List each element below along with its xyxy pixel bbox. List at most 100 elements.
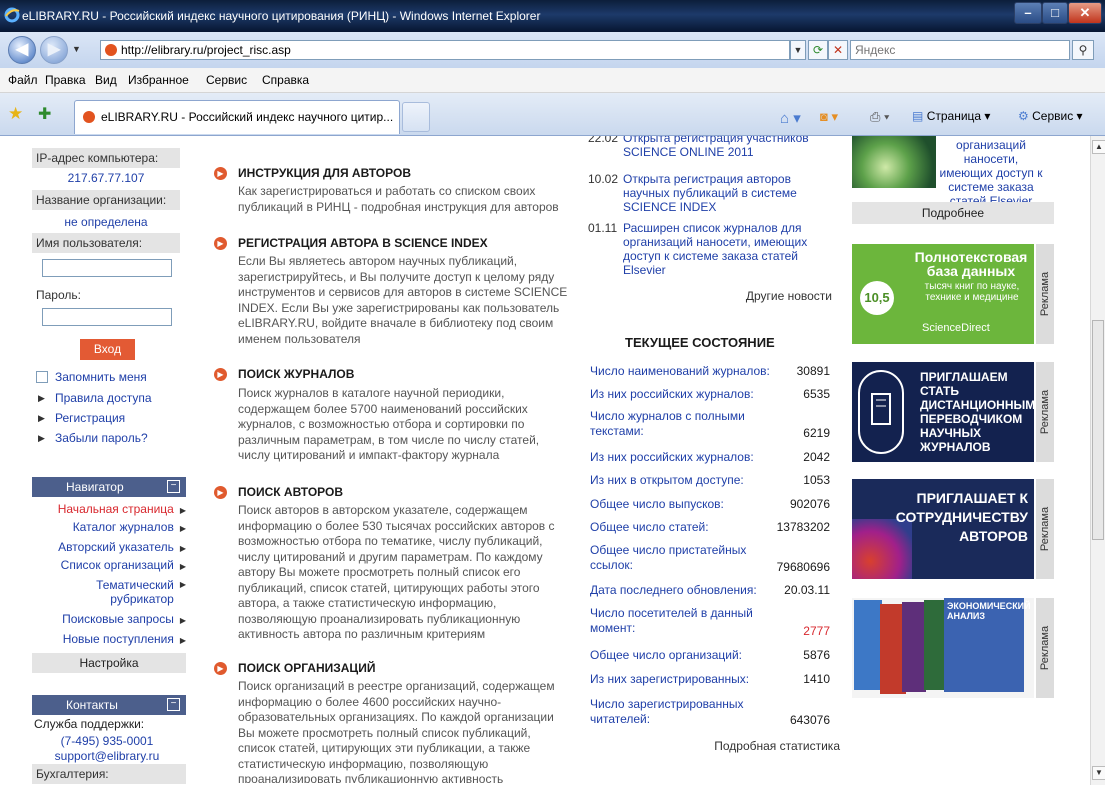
section-title-organizations[interactable]: ПОИСК ОРГАНИЗАЦИЙ — [238, 661, 375, 675]
back-button[interactable]: ◀ — [8, 36, 36, 64]
nav-search-queries-label: Поисковые запросы — [62, 612, 174, 626]
history-dropdown-icon[interactable]: ▼ — [72, 44, 81, 54]
contacts-title: Контакты — [66, 698, 118, 712]
chevron-right-icon: ▶ — [179, 544, 186, 553]
registration-link[interactable]: Регистрация — [55, 411, 125, 425]
menu-file[interactable]: Файл — [8, 73, 38, 87]
stats-label[interactable]: Из них в открытом доступе: — [590, 473, 770, 488]
support-email-link[interactable]: support@elibrary.ru — [32, 749, 182, 763]
section-title-registration[interactable]: РЕГИСТРАЦИЯ АВТОРА В SCIENCE INDEX — [238, 236, 488, 250]
ad2-text: ПРИГЛАШАЕМ СТАТЬ ДИСТАНЦИОННЫМ ПЕРЕВОДЧИ… — [920, 370, 1036, 454]
menu-favorites[interactable]: Избранное — [128, 73, 189, 87]
ad-label: Реклама — [1036, 362, 1054, 462]
address-input[interactable]: http://elibrary.ru/project_risc.asp — [100, 40, 790, 60]
gear-icon: ⚙ — [1018, 109, 1029, 123]
stats-value: 79680696 — [776, 560, 830, 574]
username-field[interactable] — [42, 259, 172, 277]
nav-home[interactable]: Начальная страница ▶ — [32, 502, 186, 518]
refresh-icon[interactable]: ⟳ — [808, 40, 828, 60]
new-tab-button[interactable] — [402, 102, 430, 132]
chevron-right-icon: ▶ — [179, 562, 186, 571]
collapse-icon[interactable]: − — [167, 480, 180, 493]
section-title-journals[interactable]: ПОИСК ЖУРНАЛОВ — [238, 367, 354, 381]
contacts-header[interactable]: Контакты − — [32, 695, 186, 715]
remember-me-checkbox[interactable] — [36, 371, 48, 383]
news-link[interactable]: Открыта регистрация авторов научных публ… — [623, 172, 833, 214]
nav-rubricator[interactable]: Тематический рубрикатор ▶ — [70, 578, 186, 606]
favorites-star-icon[interactable]: ★ — [8, 104, 23, 124]
scroll-up-icon[interactable]: ▲ — [1092, 140, 1105, 154]
access-rules-link[interactable]: Правила доступа — [55, 391, 152, 405]
stats-label[interactable]: Из них российских журналов: — [590, 450, 770, 465]
search-input[interactable] — [855, 42, 1055, 58]
news-link[interactable]: Открыта регистрация участников SCIENCE O… — [623, 136, 833, 159]
stats-label[interactable]: Дата последнего обновления: — [590, 583, 770, 598]
stop-icon[interactable]: ✕ — [828, 40, 848, 60]
chevron-right-icon: ▶ — [179, 506, 186, 515]
stats-label[interactable]: Число посетителей в данный момент: — [590, 606, 760, 636]
scroll-thumb[interactable] — [1092, 320, 1104, 540]
minimize-button[interactable]: – — [1014, 2, 1042, 24]
window-title: eLIBRARY.RU - Российский индекс научного… — [22, 9, 541, 23]
journal-cover-3 — [902, 602, 926, 692]
promo-more-link[interactable]: Подробнее — [852, 202, 1054, 224]
ad-journals[interactable]: ЭКОНОМИЧЕСКИЙ АНАЛИЗ — [852, 598, 1034, 698]
detailed-stats-link[interactable]: Подробная статистика — [680, 739, 840, 753]
other-news-link[interactable]: Другие новости — [720, 289, 832, 303]
forward-button[interactable]: ▶ — [40, 36, 68, 64]
section-title-authors[interactable]: ПОИСК АВТОРОВ — [238, 485, 343, 499]
navigator-header[interactable]: Навигатор − — [32, 477, 186, 497]
ad-maik-translator[interactable]: ПРИГЛАШАЕМ СТАТЬ ДИСТАНЦИОННЫМ ПЕРЕВОДЧИ… — [852, 362, 1036, 462]
menu-tools[interactable]: Сервис — [206, 73, 247, 87]
collapse-icon[interactable]: − — [167, 698, 180, 711]
tab-elibrary[interactable]: eLIBRARY.RU - Российский индекс научного… — [74, 100, 400, 134]
promo-text[interactable]: организаций наносети, имеющих доступ к с… — [936, 138, 1046, 208]
rss-feeds-icon[interactable]: ◙ ▾ — [820, 109, 838, 125]
stats-label[interactable]: Общее число пристатейных ссылок: — [590, 543, 755, 573]
password-field[interactable] — [42, 308, 172, 326]
menu-view[interactable]: Вид — [95, 73, 117, 87]
nav-new-arrivals[interactable]: Новые поступления ▶ — [32, 632, 186, 648]
stats-label[interactable]: Общее число организаций: — [590, 648, 770, 663]
stats-label[interactable]: Число наименований журналов: — [590, 364, 770, 379]
page-menu-button[interactable]: ▤ Страница ▾ — [912, 109, 990, 123]
section-body-journals: Поиск журналов в каталоге научной период… — [238, 386, 540, 462]
arrow-bullet-icon: ▶ — [214, 662, 227, 675]
stats-label[interactable]: Из них российских журналов: — [590, 387, 770, 402]
vertical-scrollbar[interactable]: ▲ ▼ — [1090, 136, 1105, 785]
chevron-right-icon: ▶ — [179, 636, 186, 645]
ad1-brand: ScienceDirect — [922, 322, 990, 334]
nav-journals[interactable]: Каталог журналов ▶ — [32, 520, 186, 536]
nav-authors[interactable]: Авторский указатель ▶ — [32, 540, 186, 556]
stats-label[interactable]: Общее число статей: — [590, 520, 770, 535]
stats-label[interactable]: Общее число выпусков: — [590, 497, 770, 512]
add-favorites-icon[interactable]: ✚ — [38, 104, 51, 124]
forgot-password-link[interactable]: Забыли пароль? — [55, 431, 148, 445]
address-dropdown-button[interactable]: ▼ — [790, 40, 806, 60]
stats-value: 643076 — [789, 713, 830, 727]
print-icon[interactable]: ⎙ ▾ — [870, 109, 889, 125]
close-button[interactable]: ✕ — [1068, 2, 1102, 24]
stats-label[interactable]: Число зарегистрированных читателей: — [590, 697, 755, 727]
nav-settings[interactable]: Настройка — [32, 653, 186, 673]
news-link[interactable]: Расширен список журналов для организаций… — [623, 221, 833, 277]
tools-menu-button[interactable]: ⚙ Сервис ▾ — [1018, 109, 1083, 123]
maximize-button[interactable]: □ — [1042, 2, 1068, 24]
search-icon[interactable]: ⚲ — [1072, 40, 1094, 60]
ad-invite-authors[interactable]: ПРИГЛАШАЕТ К СОТРУДНИЧЕСТВУ АВТОРОВ — [852, 479, 1034, 579]
ad-sciencedirect[interactable]: Полнотекстовая база данных 10,5 тысяч кн… — [852, 244, 1034, 344]
home-icon[interactable]: ⌂ ▾ — [780, 109, 801, 127]
search-box[interactable] — [850, 40, 1070, 60]
menu-help[interactable]: Справка — [262, 73, 309, 87]
section-title-instructions[interactable]: ИНСТРУКЦИЯ ДЛЯ АВТОРОВ — [238, 166, 411, 180]
nav-organizations[interactable]: Список организаций ▶ — [32, 558, 186, 574]
stats-label[interactable]: Из них зарегистрированных: — [590, 672, 770, 687]
bullet-icon: ▶ — [38, 433, 45, 443]
promo-image[interactable] — [852, 136, 936, 188]
menu-edit[interactable]: Правка — [45, 73, 86, 87]
stats-label[interactable]: Число журналов с полными текстами: — [590, 409, 750, 439]
scroll-down-icon[interactable]: ▼ — [1092, 766, 1105, 780]
section-body-authors: Поиск авторов в авторском указателе, сод… — [238, 503, 555, 641]
nav-search-queries[interactable]: Поисковые запросы ▶ — [32, 612, 186, 628]
login-button[interactable]: Вход — [80, 339, 135, 360]
